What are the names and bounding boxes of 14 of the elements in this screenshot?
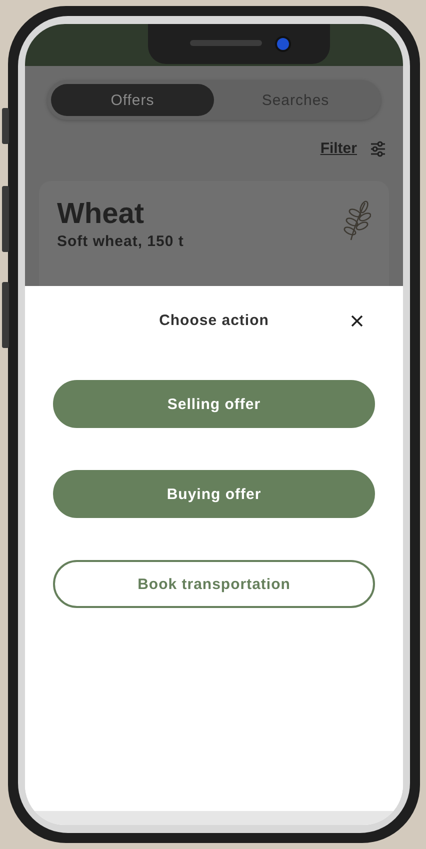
filter-link[interactable]: Filter [320, 140, 357, 157]
close-icon[interactable] [351, 315, 363, 327]
sheet-title: Choose action [159, 312, 269, 328]
card-subtitle: Soft wheat, 150 t [57, 232, 184, 250]
sliders-icon[interactable] [371, 140, 385, 156]
action-button[interactable]: Buying offer [53, 470, 375, 518]
tab[interactable]: Offers [51, 84, 214, 116]
card-title: Wheat [57, 199, 145, 231]
wheat-icon [343, 199, 371, 241]
action-button[interactable]: Selling offer [53, 380, 375, 428]
camera-icon [277, 38, 289, 50]
speaker-icon [190, 40, 262, 46]
action-button[interactable]: Book transportation [53, 560, 375, 608]
offer-card[interactable]: Wheat Soft wheat, 150 t [39, 181, 389, 286]
